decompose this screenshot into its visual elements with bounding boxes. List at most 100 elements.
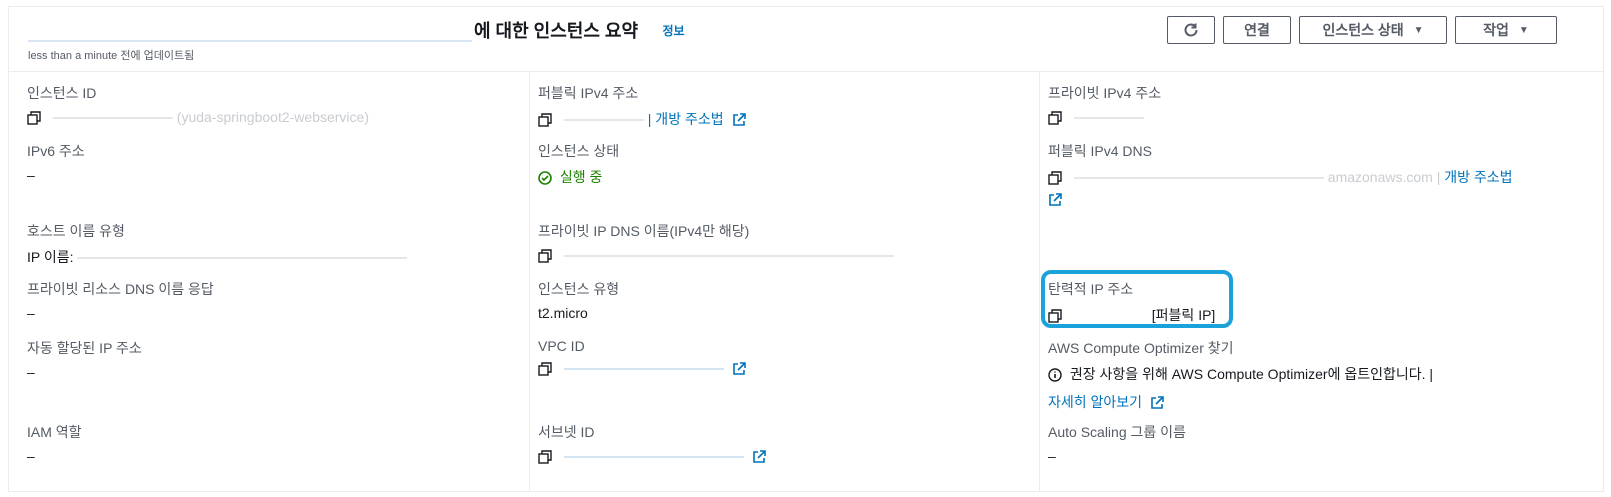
actions-button-label: 작업 <box>1483 22 1509 38</box>
page-title: 에 대한 인스턴스 요약 <box>28 17 638 43</box>
redacted-value <box>52 111 173 126</box>
private-dns-answer-label: 프라이빗 리소스 DNS 이름 응답 <box>27 281 214 297</box>
vpc-id-label: VPC ID <box>538 338 585 354</box>
public-dns-value: amazonaws.com | 개방 주소법 <box>1048 167 1513 187</box>
caret-down-icon: ▼ <box>1413 24 1424 36</box>
redacted-instance-name <box>28 18 472 42</box>
vpc-id-field: VPC ID <box>538 338 746 377</box>
ipv6-label: IPv6 주소 <box>27 143 85 159</box>
auto-ip-label: 자동 할당된 IP 주소 <box>27 340 142 356</box>
redacted-value <box>1073 111 1144 126</box>
actions-button[interactable]: 작업 ▼ <box>1455 16 1557 44</box>
asg-name-value: – <box>1048 448 1056 464</box>
caret-down-icon: ▼ <box>1518 24 1529 36</box>
asg-name-label: Auto Scaling 그룹 이름 <box>1048 424 1186 440</box>
private-dns-answer-field: 프라이빗 리소스 DNS 이름 응답 – <box>27 279 214 321</box>
column-divider <box>529 71 530 491</box>
redacted-subnet-link[interactable] <box>563 450 744 465</box>
open-address-link[interactable]: | 개방 주소법 <box>648 111 724 127</box>
ipv6-field: IPv6 주소 – <box>27 141 85 183</box>
external-link-icon[interactable] <box>1150 396 1164 410</box>
auto-ip-value: – <box>27 364 35 380</box>
subnet-id-value <box>538 448 766 465</box>
private-ipv4-value <box>1048 109 1161 126</box>
check-circle-icon <box>538 171 552 186</box>
learn-more-row: 자세히 알아보기 <box>1048 392 1433 412</box>
column-divider <box>1039 71 1040 491</box>
copy-icon[interactable] <box>1048 171 1062 185</box>
hostname-type-label: 호스트 이름 유형 <box>27 223 125 239</box>
asg-name-field: Auto Scaling 그룹 이름 – <box>1048 422 1186 464</box>
copy-icon[interactable] <box>538 249 552 263</box>
public-dns-label: 퍼블릭 IPv4 DNS <box>1048 143 1152 159</box>
subnet-id-label: 서브넷 ID <box>538 424 595 440</box>
external-link-icon[interactable] <box>732 113 746 127</box>
redacted-value <box>77 251 408 266</box>
connect-button[interactable]: 연결 <box>1223 16 1291 44</box>
instance-state-button-label: 인스턴스 상태 <box>1322 22 1404 38</box>
instance-type-value: t2.micro <box>538 305 588 321</box>
instance-type-label: 인스턴스 유형 <box>538 281 620 297</box>
instance-state-text: 실행 중 <box>559 169 603 185</box>
instance-state-value: 실행 중 <box>538 167 619 187</box>
external-link-icon[interactable] <box>732 362 746 376</box>
compute-optimizer-label: AWS Compute Optimizer 찾기 <box>1048 340 1234 356</box>
info-link[interactable]: 정보 <box>663 24 685 38</box>
copy-icon[interactable] <box>538 113 552 127</box>
hostname-type-field: 호스트 이름 유형 IP 이름: <box>27 221 408 267</box>
title-row: 에 대한 인스턴스 요약 정보 <box>28 17 685 43</box>
instance-summary-panel: 에 대한 인스턴스 요약 정보 less than a minute 전에 업데… <box>8 6 1604 492</box>
instance-id-label: 인스턴스 ID <box>27 85 97 101</box>
private-dns-answer-value: – <box>27 305 35 321</box>
instance-type-field: 인스턴스 유형 t2.micro <box>538 279 619 321</box>
details-grid: 인스턴스 ID (yuda-springboot2-webservice) IP… <box>9 71 1603 493</box>
iam-role-field: IAM 역할 – <box>27 422 82 464</box>
redacted-value <box>563 249 894 264</box>
ipv6-value: – <box>27 167 35 183</box>
copy-icon[interactable] <box>538 450 552 464</box>
vpc-id-value <box>538 360 746 377</box>
external-link-icon[interactable] <box>1048 193 1062 207</box>
redacted-vpc-link[interactable] <box>563 362 724 377</box>
instance-state-label: 인스턴스 상태 <box>538 143 620 159</box>
public-ipv4-value: | 개방 주소법 <box>538 109 746 129</box>
compute-optimizer-text-row: 권장 사항을 위해 AWS Compute Optimizer에 옵트인합니다.… <box>1048 364 1433 384</box>
instance-state-button[interactable]: 인스턴스 상태 ▼ <box>1299 16 1447 44</box>
public-ipv4-field: 퍼블릭 IPv4 주소 | 개방 주소법 <box>538 83 746 129</box>
private-ip-dns-value <box>538 247 894 264</box>
copy-icon[interactable] <box>1048 111 1062 125</box>
instance-id-field: 인스턴스 ID (yuda-springboot2-webservice) <box>27 83 369 126</box>
refresh-button[interactable] <box>1167 16 1215 44</box>
summary-header: 에 대한 인스턴스 요약 정보 less than a minute 전에 업데… <box>9 7 1603 72</box>
private-ipv4-label: 프라이빗 IPv4 주소 <box>1048 85 1162 101</box>
copy-icon[interactable] <box>538 362 552 376</box>
iam-role-label: IAM 역할 <box>27 424 82 440</box>
external-link-row <box>1048 191 1513 207</box>
external-link-icon[interactable] <box>752 450 766 464</box>
open-address-link[interactable]: 개방 주소법 <box>1444 169 1512 185</box>
public-ipv4-label: 퍼블릭 IPv4 주소 <box>538 85 639 101</box>
instance-id-value: (yuda-springboot2-webservice) <box>27 109 369 126</box>
public-dns-field: 퍼블릭 IPv4 DNS amazonaws.com | 개방 주소법 <box>1048 141 1513 207</box>
last-updated-text: less than a minute 전에 업데이트됨 <box>28 50 195 62</box>
elastic-ip-highlight <box>1041 270 1233 328</box>
instance-state-field: 인스턴스 상태 실행 중 <box>538 141 619 187</box>
copy-icon[interactable] <box>27 111 41 125</box>
private-ip-dns-label: 프라이빗 IP DNS 이름(IPv4만 해당) <box>538 223 750 239</box>
private-ipv4-field: 프라이빗 IPv4 주소 <box>1048 83 1162 126</box>
page-title-text: 에 대한 인스턴스 요약 <box>474 21 639 41</box>
subnet-id-field: 서브넷 ID <box>538 422 766 465</box>
hostname-type-value: IP 이름: <box>27 247 408 267</box>
redacted-value <box>563 113 644 128</box>
instance-id-name: (yuda-springboot2-webservice) <box>176 109 369 125</box>
compute-optimizer-text: 권장 사항을 위해 AWS Compute Optimizer에 옵트인합니다.… <box>1069 366 1434 382</box>
hostname-type-text: IP 이름: <box>27 249 78 265</box>
compute-optimizer-field: AWS Compute Optimizer 찾기 권장 사항을 위해 AWS C… <box>1048 338 1433 412</box>
redacted-value <box>1073 171 1324 186</box>
learn-more-link[interactable]: 자세히 알아보기 <box>1048 394 1142 410</box>
auto-ip-field: 자동 할당된 IP 주소 – <box>27 338 142 380</box>
info-icon <box>1048 368 1062 382</box>
public-dns-tail: amazonaws.com | <box>1327 169 1441 185</box>
private-ip-dns-field: 프라이빗 IP DNS 이름(IPv4만 해당) <box>538 221 894 264</box>
refresh-icon <box>1184 23 1198 37</box>
